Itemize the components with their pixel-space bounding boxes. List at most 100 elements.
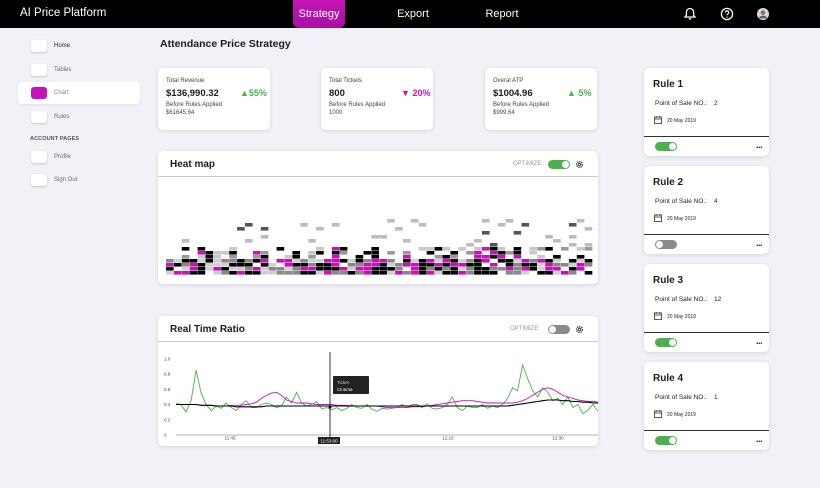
heatmap-cell	[553, 239, 561, 243]
heatmap-cell	[426, 267, 435, 271]
bell-icon[interactable]	[683, 7, 697, 21]
heatmap-cell	[489, 243, 498, 247]
rule-pos-label: Point of Sale NO.:	[655, 100, 708, 107]
heatmap-cell	[197, 267, 206, 271]
stat-change-value: 20%	[412, 88, 431, 98]
page-title: Attendance Price Strategy	[160, 38, 291, 50]
heatmap-cell	[450, 259, 458, 263]
avatar[interactable]	[756, 7, 770, 21]
more-options-button[interactable]: ...	[756, 434, 763, 444]
tab-report[interactable]: Report	[478, 0, 526, 28]
heatmap-cell	[395, 271, 403, 275]
stat-value: 800	[329, 88, 345, 99]
rule-card: Rule 3 Point of Sale NO.: 12 20 May 2019...	[644, 264, 769, 352]
heatmap-cell	[339, 267, 348, 271]
heatmap-cell	[482, 259, 490, 263]
heatmap-cell	[363, 259, 372, 263]
heatmap-panel: Heat map OPTIMIZE	[158, 151, 598, 284]
rule-toggle[interactable]	[655, 338, 677, 347]
arrow-down-icon: ▼	[401, 88, 410, 98]
heatmap-cell	[347, 259, 356, 263]
heatmap-cell	[410, 219, 419, 223]
heatmap-cell	[458, 267, 466, 271]
heatmap-optimize-toggle[interactable]	[548, 160, 570, 169]
rules-icon	[31, 111, 47, 123]
y-tick-label: 0.6	[164, 387, 171, 392]
heatmap-cell	[292, 255, 300, 259]
sidebar-item-home[interactable]: Home	[18, 35, 140, 57]
heatmap-cell	[442, 263, 451, 267]
heatmap-cell	[355, 259, 364, 263]
heatmap-cell	[474, 271, 482, 275]
heatmap-cell	[252, 255, 261, 259]
ratio-optimize-toggle[interactable]	[548, 325, 570, 334]
tab-strategy[interactable]: Strategy	[293, 0, 345, 28]
heatmap-cell	[474, 259, 482, 263]
heatmap-cell	[245, 259, 253, 263]
heatmap-cell	[521, 263, 530, 267]
heatmap-cell	[371, 235, 379, 239]
tab-export[interactable]: Export	[388, 0, 438, 28]
rule-date: 20 May 2019	[667, 314, 696, 320]
heatmap-cell	[513, 267, 522, 271]
heatmap-cell	[434, 267, 443, 271]
heatmap-cell	[545, 263, 553, 267]
sidebar-item-tables[interactable]: Tables	[18, 59, 140, 81]
rule-date: 20 May 2019	[667, 216, 696, 222]
heatmap-cell	[568, 259, 577, 263]
heatmap-cell	[410, 263, 419, 267]
heatmap-cell	[205, 267, 214, 271]
heatmap-cell	[284, 255, 293, 259]
rule-toggle[interactable]	[655, 436, 677, 445]
rule-toggle[interactable]	[655, 142, 677, 151]
heatmap-cell	[379, 263, 387, 267]
heatmap-cell	[489, 263, 498, 267]
tables-icon	[31, 64, 47, 76]
rule-pos-label: Point of Sale NO.:	[655, 198, 708, 205]
heatmap-cell	[497, 247, 506, 251]
heatmap-cell	[553, 267, 561, 271]
heatmap-cell	[395, 263, 403, 267]
sidebar-item-rules[interactable]: Rules	[18, 106, 140, 128]
heatmap-cell	[213, 271, 221, 275]
heatmap-cell	[308, 259, 316, 263]
heatmap-cell	[173, 271, 182, 275]
more-options-button[interactable]: ...	[756, 336, 763, 346]
heatmap-cell	[497, 223, 506, 227]
heatmap-cell	[418, 263, 427, 267]
heatmap-cell	[300, 267, 308, 271]
heatmap-cell	[284, 263, 293, 267]
rule-card: Rule 1 Point of Sale NO.: 2 20 May 2019...	[644, 68, 769, 156]
gear-icon[interactable]	[575, 160, 584, 169]
heatmap-cell	[442, 271, 451, 275]
stat-change: ▼ 20%	[401, 88, 430, 98]
sidebar-item-profile[interactable]: Profile	[18, 146, 140, 168]
y-tick-label: 0.8	[164, 372, 171, 377]
sidebar-item-chart[interactable]: Chart	[18, 82, 140, 104]
more-options-button[interactable]: ...	[756, 238, 763, 248]
sidebar-item-sign-out[interactable]: Sign Out	[18, 169, 140, 191]
heatmap-cell	[537, 247, 545, 251]
heatmap-cell	[576, 263, 585, 267]
more-options-button[interactable]: ...	[756, 140, 763, 150]
rule-toggle[interactable]	[655, 240, 677, 249]
heatmap-cell	[426, 271, 435, 275]
heatmap-cell	[363, 251, 372, 255]
heatmap-cell	[181, 255, 190, 259]
rule-divider	[644, 332, 769, 333]
heatmap-cell	[181, 239, 190, 243]
heatmap-cell	[474, 247, 482, 251]
heatmap-cell	[387, 219, 395, 223]
help-icon[interactable]	[720, 7, 734, 21]
heatmap-cell	[276, 259, 285, 263]
gear-icon[interactable]	[575, 325, 584, 334]
heatmap-cell	[292, 267, 300, 271]
heatmap-cell	[529, 247, 537, 251]
sidebar-item-label: Tables	[54, 67, 72, 73]
heatmap-cell	[276, 271, 285, 275]
stat-label: Total Tickets	[329, 78, 363, 84]
heatmap-cell	[331, 271, 340, 275]
top-bar: AI Price Platform Strategy Export Report	[0, 0, 820, 28]
heatmap-cell	[434, 259, 443, 263]
heatmap-cell	[584, 271, 593, 275]
